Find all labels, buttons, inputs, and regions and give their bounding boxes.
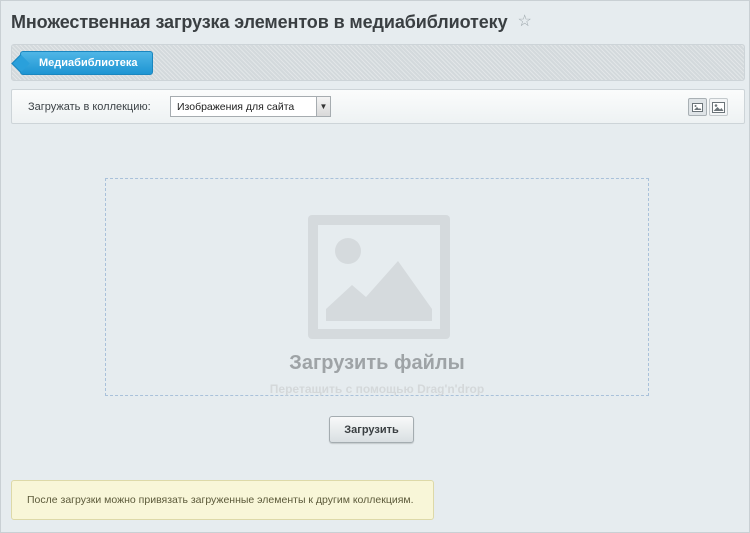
notice-text: После загрузки можно привязать загруженн… xyxy=(27,494,414,506)
info-notice: После загрузки можно привязать загруженн… xyxy=(11,480,434,520)
collection-toolbar: Загружать в коллекцию: Изображения для с… xyxy=(11,89,745,124)
page-header: Множественная загрузка элементов в медиа… xyxy=(11,10,532,34)
large-thumbnails-icon xyxy=(712,101,725,113)
upload-button[interactable]: Загрузить xyxy=(329,416,414,443)
dropzone-title: Загрузить файлы xyxy=(289,352,465,374)
page-title: Множественная загрузка элементов в медиа… xyxy=(11,11,508,32)
collection-label: Загружать в коллекцию: xyxy=(28,100,151,113)
collection-select-value: Изображения для сайта xyxy=(177,100,295,113)
chevron-down-icon: ▼ xyxy=(316,97,330,116)
large-thumbnails-button[interactable] xyxy=(709,98,728,116)
dropzone-subtitle: Перетащить с помощью Drag'n'drop xyxy=(269,382,485,396)
breadcrumb-item-medialibrary[interactable]: Медиабиблиотека xyxy=(20,51,153,75)
star-icon[interactable]: ☆ xyxy=(518,14,532,30)
collection-select[interactable]: Изображения для сайта ▼ xyxy=(170,96,331,117)
image-placeholder-icon xyxy=(308,215,450,339)
small-thumbnails-button[interactable] xyxy=(688,98,707,116)
breadcrumb: Медиабиблиотека xyxy=(11,44,745,81)
small-thumbnails-icon xyxy=(692,102,703,112)
upload-dropzone[interactable]: Загрузить файлы Перетащить с помощью Dra… xyxy=(105,178,649,396)
breadcrumb-item-label: Медиабиблиотека xyxy=(39,57,138,69)
